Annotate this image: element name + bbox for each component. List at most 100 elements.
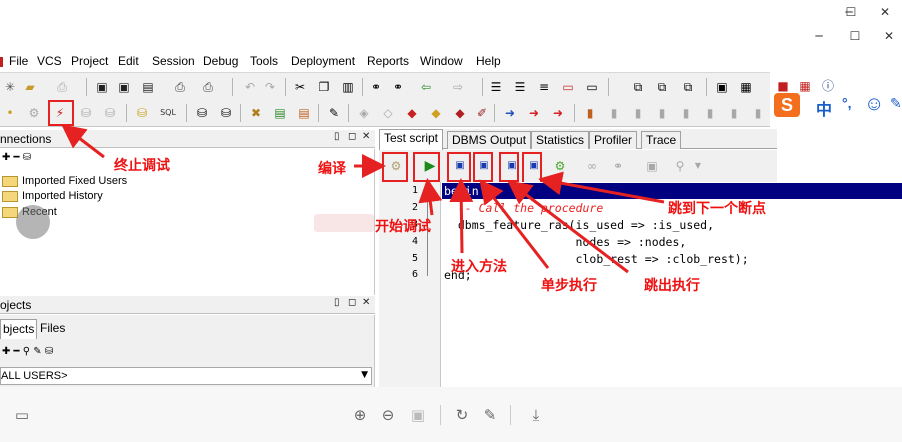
edit-icon[interactable]: ✎: [480, 405, 500, 425]
window-list-icon[interactable]: ⧉: [630, 79, 646, 95]
arrow-left-red-icon[interactable]: ➜: [550, 105, 566, 121]
menu-project[interactable]: Project: [71, 54, 108, 68]
ime-punct[interactable]: °,: [842, 95, 852, 111]
template-icon[interactable]: ▤: [296, 105, 312, 121]
zoom-out-icon[interactable]: ⊖: [378, 405, 398, 425]
menu-window[interactable]: Window: [420, 54, 463, 68]
report-icon[interactable]: ▤: [272, 105, 288, 121]
chevron-down-icon[interactable]: ▼: [361, 370, 368, 380]
export-icon[interactable]: ⇨: [450, 79, 466, 95]
tab-trace[interactable]: Trace: [641, 131, 682, 149]
panel-close-icon[interactable]: ✕: [362, 131, 370, 142]
import-icon[interactable]: ⇦: [418, 79, 434, 95]
bookmark-b-icon[interactable]: ▮: [678, 105, 694, 121]
commit-icon[interactable]: ⛁: [78, 105, 94, 121]
copy-icon[interactable]: ❐: [316, 79, 332, 95]
save-all-icon[interactable]: ▤: [140, 79, 156, 95]
print-icon[interactable]: ⎙: [54, 79, 70, 95]
outdent-icon[interactable]: ☰: [512, 79, 528, 95]
tools-icon[interactable]: ✖: [248, 105, 264, 121]
format-icon[interactable]: ▭: [584, 79, 600, 95]
ime-emoji-icon[interactable]: ☺: [864, 93, 884, 116]
maximize-inner-button[interactable]: ☐: [840, 26, 870, 46]
tree-item-fixed-users[interactable]: Imported Fixed Users: [2, 174, 127, 188]
connections-toolbar[interactable]: ✚ ━ ⛁: [2, 152, 31, 163]
save-icon[interactable]: ▣: [94, 79, 110, 95]
layout-icon[interactable]: ▭: [12, 405, 32, 425]
brush-icon[interactable]: ✐: [474, 105, 490, 121]
ime-extra-icon[interactable]: ✎: [890, 95, 902, 112]
wrench-icon[interactable]: ✎: [326, 105, 342, 121]
tab-profiler[interactable]: Profiler: [589, 131, 638, 149]
tab-files[interactable]: Files: [40, 321, 65, 335]
menu-reports[interactable]: Reports: [367, 54, 409, 68]
menu-edit[interactable]: Edit: [118, 54, 139, 68]
window-tile-icon[interactable]: ⧉: [654, 79, 670, 95]
search-icon[interactable]: ⚲: [672, 158, 688, 174]
cut-icon[interactable]: ✂: [292, 79, 308, 95]
toggle-icon[interactable]: ▣: [644, 158, 660, 174]
menu-deployment[interactable]: Deployment: [291, 54, 355, 68]
pen-darkred-icon[interactable]: ◆: [452, 105, 468, 121]
sogou-logo[interactable]: S: [774, 93, 800, 117]
bookmark-e-icon[interactable]: ▮: [750, 105, 766, 121]
panel-float-icon[interactable]: ▯: [334, 131, 340, 142]
bookmark-prev-icon[interactable]: ▮: [630, 105, 646, 121]
save-as-icon[interactable]: ▣: [116, 79, 132, 95]
tag-icon[interactable]: ◈: [356, 105, 372, 121]
redo-icon[interactable]: ↷: [262, 79, 278, 95]
indent-icon[interactable]: ☰: [488, 79, 504, 95]
panel-maximize-icon[interactable]: ◻: [348, 297, 356, 308]
zoom-in-icon[interactable]: ⊕: [350, 405, 370, 425]
paste-icon[interactable]: ▥: [340, 79, 356, 95]
rotate-icon[interactable]: ↻: [452, 405, 472, 425]
bookmark-next-icon[interactable]: ▮: [606, 105, 622, 121]
grid-icon[interactable]: ▦: [738, 79, 754, 95]
panel-float-icon[interactable]: ▯: [334, 297, 340, 308]
gear-green-icon[interactable]: ⚙: [552, 158, 568, 174]
menu-debug[interactable]: Debug: [203, 54, 238, 68]
pen-red-icon[interactable]: ◆: [404, 105, 420, 121]
close-button[interactable]: ✕: [870, 2, 900, 22]
bookmark-a-icon[interactable]: ▮: [654, 105, 670, 121]
arrow-right-blue-icon[interactable]: ➜: [502, 105, 518, 121]
undo-icon[interactable]: ↶: [242, 79, 258, 95]
settings-icon[interactable]: ⚙: [26, 105, 42, 121]
tab-dbms-output[interactable]: DBMS Output: [447, 131, 532, 149]
find-next-icon[interactable]: ⚭: [390, 79, 406, 95]
bookmark-d-icon[interactable]: ▮: [726, 105, 742, 121]
menu-tools[interactable]: Tools: [250, 54, 278, 68]
objects-toolbar[interactable]: ✚ ━ ⚲ ✎ ⛁: [2, 346, 53, 357]
menu-file[interactable]: File: [9, 54, 28, 68]
open-folder-icon[interactable]: ▰: [22, 79, 38, 95]
sql-window-icon[interactable]: SQL: [160, 105, 176, 121]
rollback-icon[interactable]: ⛁: [102, 105, 118, 121]
bookmark-icon[interactable]: ▮: [582, 105, 598, 121]
tab-test-script[interactable]: Test script: [379, 129, 444, 150]
chevron-down-icon[interactable]: ▼: [690, 158, 706, 174]
new-icon[interactable]: ✳: [2, 79, 18, 95]
print-preview-icon[interactable]: ⎙: [172, 79, 188, 95]
database-icon[interactable]: ⛁: [134, 105, 150, 121]
menu-session[interactable]: Session: [152, 54, 195, 68]
eraser-icon[interactable]: ◇: [380, 105, 396, 121]
panel-close-icon[interactable]: ✕: [362, 297, 370, 308]
user-selector[interactable]: ALL USERS> ▼: [0, 367, 372, 385]
tab-objects[interactable]: bjects: [0, 319, 38, 339]
windows-icon[interactable]: ▣: [714, 79, 730, 95]
arrow-right-red-icon[interactable]: ➜: [526, 105, 542, 121]
close-inner-button[interactable]: ✕: [874, 26, 902, 46]
uncomment-icon[interactable]: ▭: [560, 79, 576, 95]
bookmark-c-icon[interactable]: ▮: [702, 105, 718, 121]
menu-help[interactable]: Help: [476, 54, 501, 68]
ime-mode[interactable]: 中: [816, 96, 832, 120]
download-icon[interactable]: ⤓: [526, 405, 546, 425]
maximize-button[interactable]: ☐: [836, 2, 866, 22]
tree-item-history[interactable]: Imported History: [2, 189, 103, 203]
connect-icon[interactable]: •: [2, 105, 18, 121]
comment-icon[interactable]: ≡: [536, 79, 552, 95]
panel-maximize-icon[interactable]: ◻: [348, 131, 356, 142]
menu-vcs[interactable]: VCS: [37, 54, 62, 68]
command-window-icon[interactable]: ⛁: [194, 105, 210, 121]
variables-icon[interactable]: ⚭: [610, 158, 626, 174]
